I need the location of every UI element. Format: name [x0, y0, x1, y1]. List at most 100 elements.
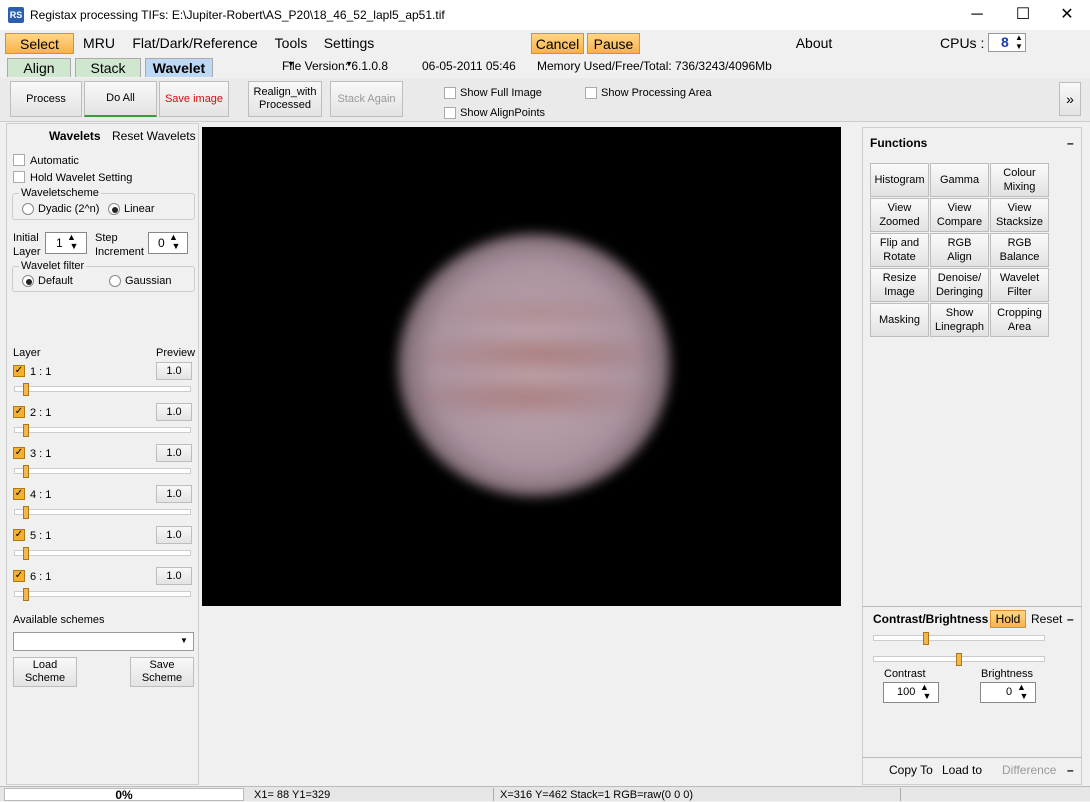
layer-preview-button[interactable]: 1.0: [156, 403, 192, 421]
layer-slider-track[interactable]: [14, 386, 191, 392]
function-button-line: Masking: [879, 314, 920, 326]
layer-checkbox[interactable]: ✓: [13, 365, 25, 377]
contrast-value: 100: [897, 686, 916, 698]
function-button-line: Resize: [882, 272, 917, 284]
function-button[interactable]: Resize Image: [870, 268, 929, 302]
load-to-button[interactable]: Load to: [942, 763, 982, 777]
function-button[interactable]: RGB Align: [930, 233, 989, 267]
save-line2: Scheme: [141, 672, 183, 684]
function-button-line: RGB: [1007, 237, 1032, 249]
brightness-value: 0: [1006, 686, 1013, 698]
function-button-line: Zoomed: [879, 216, 920, 228]
function-button-line: Area: [1007, 321, 1032, 333]
divider: [862, 757, 1082, 758]
function-button-line: View: [947, 202, 972, 214]
reset-button[interactable]: Reset: [1031, 612, 1062, 626]
brightness-slider-thumb[interactable]: [956, 653, 962, 666]
function-button[interactable]: Gamma: [930, 163, 989, 197]
layer-slider-track[interactable]: [14, 509, 191, 515]
function-button-line: Compare: [936, 216, 983, 228]
function-button-line: Rotate: [883, 251, 916, 263]
function-button[interactable]: View Stacksize: [990, 198, 1049, 232]
layer-slider-thumb[interactable]: [22, 506, 29, 519]
save-line1: Save: [149, 659, 175, 671]
scheme-dropdown[interactable]: [13, 632, 194, 651]
function-button[interactable]: Colour Mixing: [990, 163, 1049, 197]
function-button-line: Show: [945, 307, 974, 319]
layer-slider-thumb[interactable]: [22, 465, 29, 478]
collapse-icon[interactable]: –: [1067, 612, 1074, 626]
load-scheme-button[interactable]: Load Scheme: [13, 657, 77, 687]
available-schemes-label: Available schemes: [13, 614, 105, 626]
layer-checkbox[interactable]: ✓: [13, 406, 25, 418]
spinner-arrows-icon: ▲ ▼: [1017, 682, 1029, 701]
hold-button[interactable]: Hold: [990, 610, 1026, 628]
layer-label: 2 : 1: [30, 407, 52, 419]
layer-checkbox[interactable]: ✓: [13, 529, 25, 541]
layer-preview-button[interactable]: 1.0: [156, 362, 192, 380]
function-button[interactable]: Denoise/Deringing: [930, 268, 989, 302]
layer-preview-button[interactable]: 1.0: [156, 567, 192, 585]
chevron-down-icon: ▼: [180, 636, 188, 645]
layer-slider-thumb[interactable]: [22, 383, 29, 396]
layer-slider-thumb[interactable]: [22, 588, 29, 601]
function-button-line: Deringing: [935, 286, 984, 298]
layer-preview-button[interactable]: 1.0: [156, 485, 192, 503]
function-button-line: Balance: [999, 251, 1040, 263]
coords-x1y1: X1= 88 Y1=329: [254, 789, 331, 801]
function-button[interactable]: Histogram: [870, 163, 929, 197]
function-button-line: Colour: [1003, 167, 1036, 179]
layer-checkbox[interactable]: ✓: [13, 570, 25, 582]
function-button-line: View: [1007, 202, 1032, 214]
layer-label: 3 : 1: [30, 448, 52, 460]
function-button-line: Linegraph: [935, 321, 984, 333]
progress-bar: 0%: [4, 788, 244, 801]
layer-checkbox[interactable]: ✓: [13, 447, 25, 459]
layer-slider-track[interactable]: [14, 427, 191, 433]
function-button[interactable]: Show Linegraph: [930, 303, 989, 337]
function-button-line: Filter: [1007, 286, 1032, 298]
layer-slider-thumb[interactable]: [22, 547, 29, 560]
layer-slider-track[interactable]: [14, 468, 191, 474]
brightness-label: Brightness: [981, 668, 1033, 680]
contrast-slider-thumb[interactable]: [922, 632, 929, 645]
collapse-icon[interactable]: –: [1067, 763, 1074, 777]
function-button[interactable]: Masking: [870, 303, 929, 337]
function-button-line: Mixing: [1003, 181, 1036, 193]
copy-to-button[interactable]: Copy To: [889, 763, 933, 777]
function-button-line: View: [887, 202, 912, 214]
function-button[interactable]: Wavelet Filter: [990, 268, 1049, 302]
function-button[interactable]: Cropping Area: [990, 303, 1049, 337]
difference-button[interactable]: Difference: [1002, 763, 1056, 777]
function-button[interactable]: RGB Balance: [990, 233, 1049, 267]
layer-label: 5 : 1: [30, 530, 52, 542]
function-button-line: Cropping: [997, 307, 1042, 319]
divider: [493, 788, 494, 801]
spinner-arrows-icon: ▲ ▼: [920, 682, 932, 701]
contrast-brightness-title: Contrast/Brightness: [873, 612, 989, 626]
function-button-line: Flip and: [879, 237, 920, 249]
layer-slider-thumb[interactable]: [22, 424, 29, 437]
contrast-slider-track[interactable]: [873, 635, 1045, 641]
function-button-line: Stacksize: [995, 216, 1044, 228]
contrast-label: Contrast: [884, 668, 926, 680]
function-button[interactable]: Flip and Rotate: [870, 233, 929, 267]
function-button[interactable]: View Compare: [930, 198, 989, 232]
layer-slider-track[interactable]: [14, 591, 191, 597]
layer-label: 6 : 1: [30, 571, 52, 583]
load-line1: Load: [32, 659, 58, 671]
divider: [900, 788, 901, 801]
coords-pixel: X=316 Y=462 Stack=1 RGB=raw(0 0 0): [500, 789, 694, 801]
load-line2: Scheme: [24, 672, 66, 684]
layer-label: 1 : 1: [30, 366, 52, 378]
function-button[interactable]: View Zoomed: [870, 198, 929, 232]
save-scheme-button[interactable]: Save Scheme: [130, 657, 194, 687]
layer-preview-button[interactable]: 1.0: [156, 526, 192, 544]
layer-slider-track[interactable]: [14, 550, 191, 556]
function-button-line: Wavelet: [999, 272, 1040, 284]
divider: [862, 606, 1082, 607]
function-button-line: Gamma: [939, 174, 980, 186]
function-button-line: Image: [884, 286, 915, 298]
layer-preview-button[interactable]: 1.0: [156, 444, 192, 462]
layer-checkbox[interactable]: ✓: [13, 488, 25, 500]
